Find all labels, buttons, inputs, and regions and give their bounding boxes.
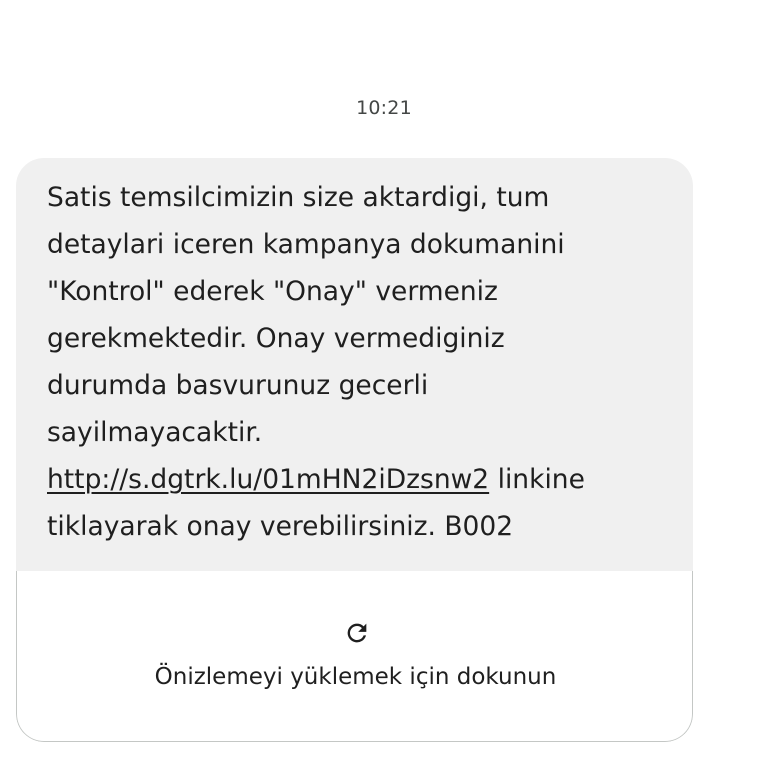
message-line: gerekmektedir. Onay vermediginiz bbox=[47, 323, 505, 354]
refresh-icon bbox=[347, 623, 367, 643]
message-link[interactable]: http://s.dgtrk.lu/01mHN2iDzsnw2 bbox=[47, 464, 489, 495]
message-line: "Kontrol" ederek "Onay" vermeniz bbox=[47, 276, 498, 307]
message-link-line: http://s.dgtrk.lu/01mHN2iDzsnw2 linkine bbox=[47, 456, 647, 503]
message-timestamp: 10:21 bbox=[356, 97, 412, 119]
message-bubble[interactable]: Satis temsilcimizin size aktardigi, tum … bbox=[16, 158, 693, 742]
message-line: durumda basvurunuz gecerli bbox=[47, 370, 429, 401]
message-line: Satis temsilcimizin size aktardigi, tum bbox=[47, 182, 550, 213]
message-text: Satis temsilcimizin size aktardigi, tum … bbox=[47, 174, 647, 550]
preview-load-label: Önizlemeyi yüklemek için dokunun bbox=[154, 664, 557, 690]
message-line: sayilmayacaktir. bbox=[47, 417, 263, 448]
message-body: Satis temsilcimizin size aktardigi, tum … bbox=[16, 158, 693, 571]
message-link-suffix: linkine bbox=[489, 464, 585, 495]
message-line: detaylari iceren kampanya dokumanini bbox=[47, 229, 565, 260]
message-line: tiklayarak onay verebilirsiniz. B002 bbox=[47, 511, 514, 542]
link-preview-card[interactable]: Önizlemeyi yüklemek için dokunun bbox=[16, 571, 693, 742]
